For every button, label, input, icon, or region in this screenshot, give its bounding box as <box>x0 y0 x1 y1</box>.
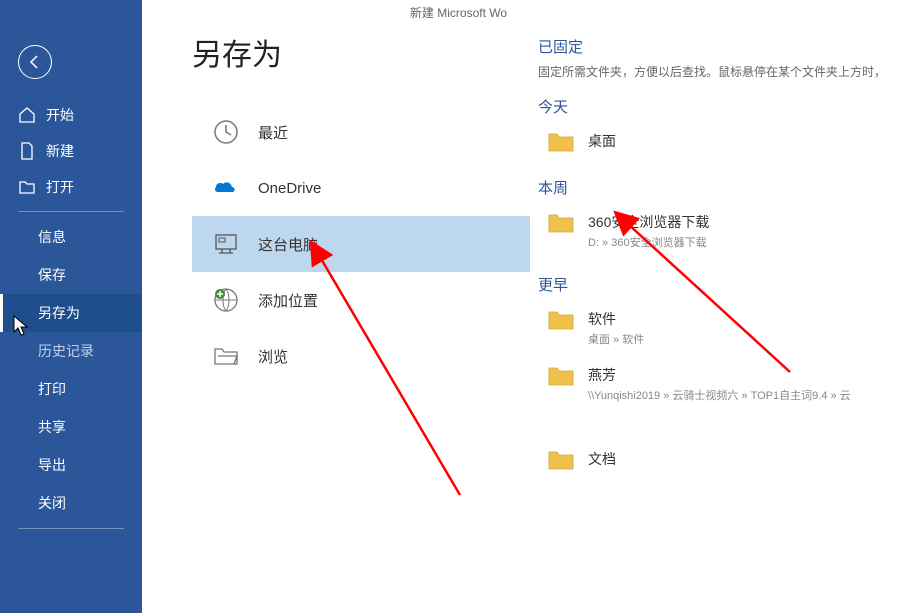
folder-path: 桌面 » 软件 <box>588 331 644 347</box>
folder-name: 软件 <box>588 309 644 329</box>
nav-save[interactable]: 保存 <box>0 256 142 294</box>
folder-software[interactable]: 软件 桌面 » 软件 <box>538 301 917 357</box>
nav-export-label: 导出 <box>38 455 66 475</box>
nav-print-label: 打印 <box>38 379 66 399</box>
new-doc-icon <box>18 142 36 160</box>
folder-list-panel: 已固定 固定所需文件夹，方便以后查找。鼠标悬停在某个文件夹上方时， 今天 桌面 … <box>530 30 917 613</box>
folder-name: 燕芳 <box>588 365 851 385</box>
nav-home[interactable]: 开始 <box>0 97 142 133</box>
location-thispc-label: 这台电脑 <box>258 234 318 255</box>
folder-yanfang[interactable]: 燕芳 \\Yunqishi2019 » 云骑士视频六 » TOP1自主词9.4 … <box>538 357 917 413</box>
open-folder-icon <box>18 178 36 196</box>
location-recent-label: 最近 <box>258 122 288 143</box>
nav-saveas[interactable]: 另存为 <box>0 294 142 332</box>
folder-icon <box>548 449 574 471</box>
nav-info-label: 信息 <box>38 227 66 247</box>
main-content: 另存为 最近 OneDrive 这台电脑 添加位置 <box>142 0 917 613</box>
nav-saveas-label: 另存为 <box>38 303 80 323</box>
nav-new[interactable]: 新建 <box>0 133 142 169</box>
nav-export[interactable]: 导出 <box>0 446 142 484</box>
nav-open-label: 打开 <box>46 177 74 197</box>
nav-info[interactable]: 信息 <box>0 218 142 256</box>
titlebar: 新建 Microsoft Wo <box>0 0 917 20</box>
onedrive-icon <box>212 174 240 202</box>
location-addplace-label: 添加位置 <box>258 290 318 311</box>
folder-path: D: » 360安全浏览器下载 <box>588 234 709 250</box>
section-pinned: 已固定 <box>538 36 917 57</box>
nav-home-label: 开始 <box>46 105 74 125</box>
nav-print[interactable]: 打印 <box>0 370 142 408</box>
nav-share-label: 共享 <box>38 417 66 437</box>
section-pinned-desc: 固定所需文件夹，方便以后查找。鼠标悬停在某个文件夹上方时， <box>538 63 917 80</box>
folder-icon <box>548 365 574 387</box>
page-title: 另存为 <box>192 30 530 74</box>
add-place-icon <box>212 286 240 314</box>
location-recent[interactable]: 最近 <box>192 104 530 160</box>
nav-divider <box>18 211 124 212</box>
location-thispc[interactable]: 这台电脑 <box>192 216 530 272</box>
clock-icon <box>212 118 240 146</box>
section-older: 更早 <box>538 274 917 295</box>
pc-icon <box>212 230 240 258</box>
nav-close[interactable]: 关闭 <box>0 484 142 522</box>
location-addplace[interactable]: 添加位置 <box>192 272 530 328</box>
nav-share[interactable]: 共享 <box>0 408 142 446</box>
folder-icon <box>548 212 574 234</box>
nav-history[interactable]: 历史记录 <box>0 332 142 370</box>
folder-name: 桌面 <box>588 131 616 151</box>
back-arrow-icon <box>27 54 43 70</box>
folder-icon <box>548 131 574 153</box>
section-thisweek: 本周 <box>538 177 917 198</box>
nav-open[interactable]: 打开 <box>0 169 142 205</box>
back-button[interactable] <box>18 45 52 79</box>
nav-save-label: 保存 <box>38 265 66 285</box>
section-today: 今天 <box>538 96 917 117</box>
backstage-sidebar: 开始 新建 打开 信息 保存 另存为 历史记录 打印 共享 导出 关闭 <box>0 0 142 613</box>
folder-name: 360安全浏览器下载 <box>588 212 709 232</box>
folder-icon <box>548 309 574 331</box>
location-browse[interactable]: 浏览 <box>192 328 530 384</box>
nav-history-label: 历史记录 <box>38 341 94 361</box>
folder-desktop[interactable]: 桌面 <box>538 123 917 163</box>
folder-name: 文档 <box>588 449 616 469</box>
nav-new-label: 新建 <box>46 141 74 161</box>
browse-folder-icon <box>212 342 240 370</box>
location-browse-label: 浏览 <box>258 346 288 367</box>
folder-360browser[interactable]: 360安全浏览器下载 D: » 360安全浏览器下载 <box>538 204 917 260</box>
folder-path: \\Yunqishi2019 » 云骑士视频六 » TOP1自主词9.4 » 云 <box>588 387 851 403</box>
location-onedrive[interactable]: OneDrive <box>192 160 530 216</box>
home-icon <box>18 106 36 124</box>
folder-docs[interactable]: 文档 <box>538 441 917 481</box>
location-onedrive-label: OneDrive <box>258 180 321 197</box>
nav-divider <box>18 528 124 529</box>
nav-close-label: 关闭 <box>38 493 66 513</box>
